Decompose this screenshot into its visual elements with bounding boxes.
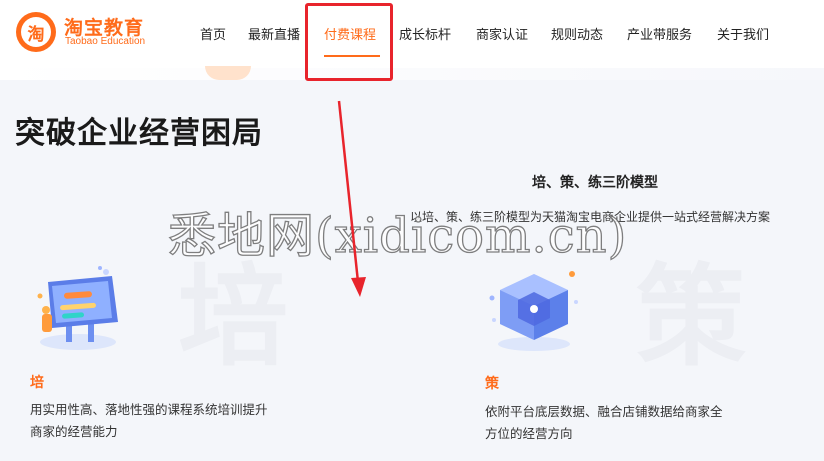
annotation-arrow-icon <box>337 100 366 297</box>
